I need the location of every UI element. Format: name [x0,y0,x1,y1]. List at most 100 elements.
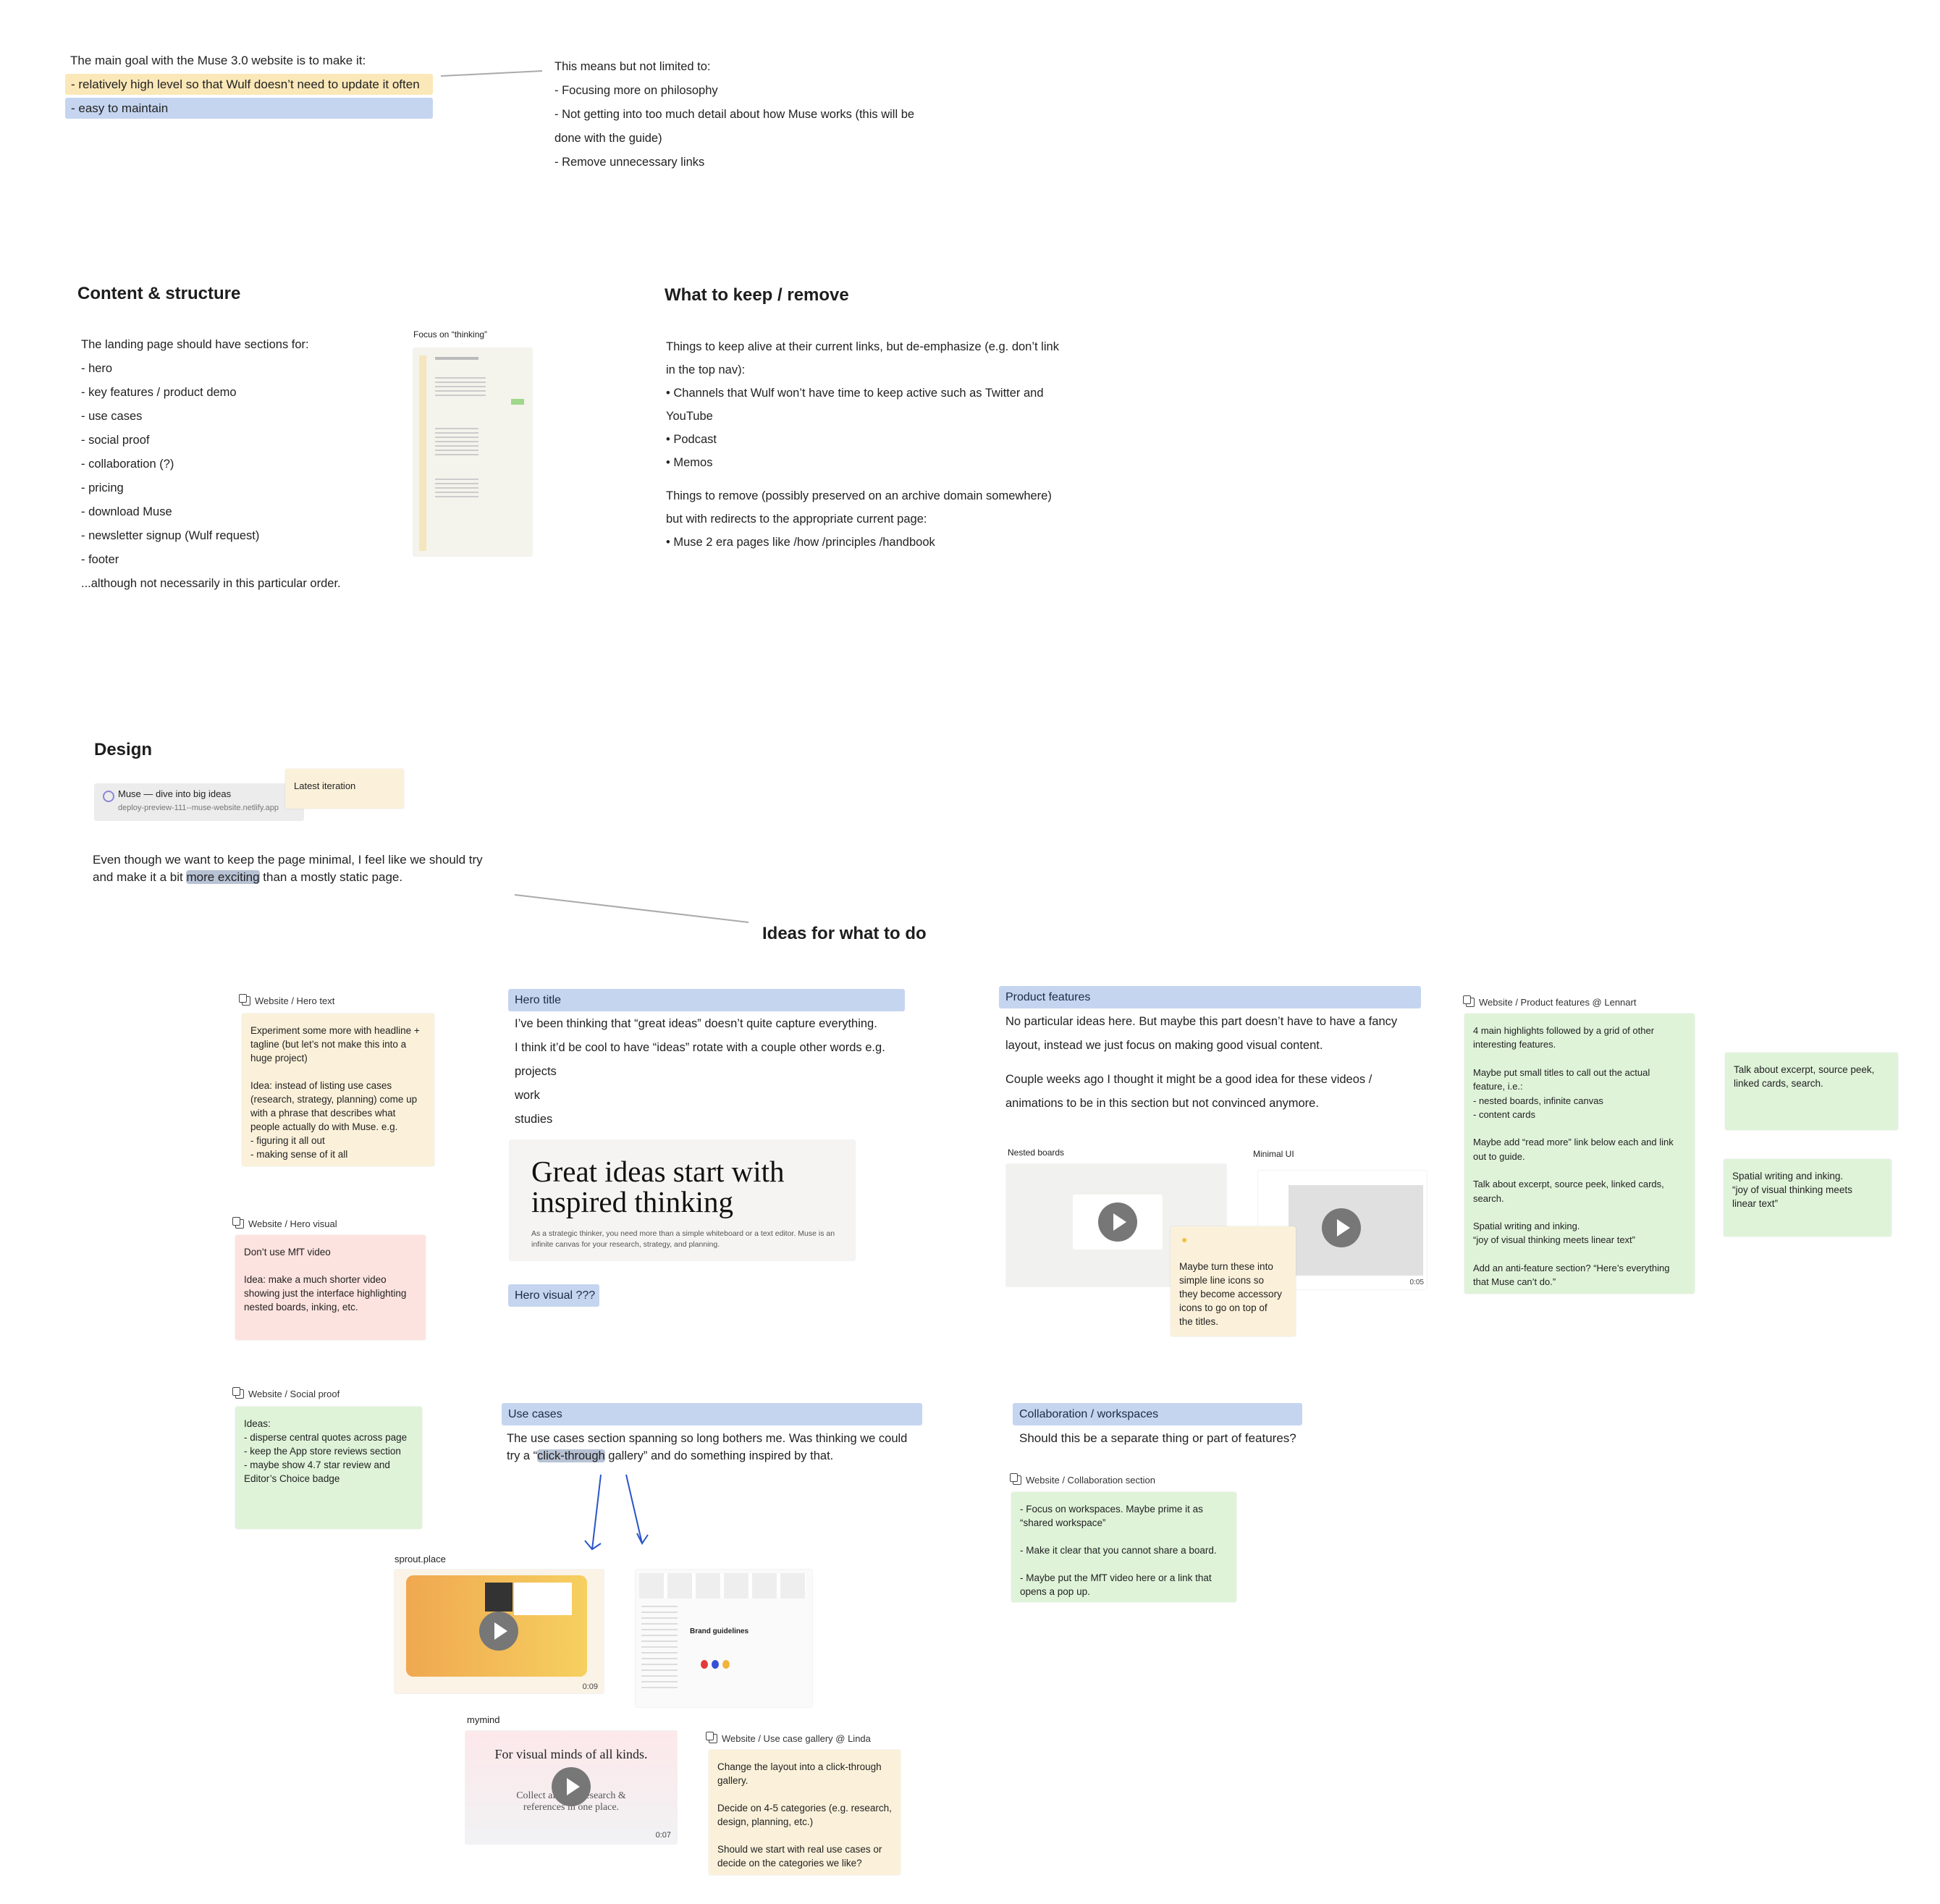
text-line: 4 main highlights followed by a grid of … [1473,1025,1655,1036]
text-line: - nested boards, infinite canvas [1473,1095,1603,1106]
text-line: huge project) [250,1053,308,1063]
text-line: Maybe put small titles to call out the a… [1473,1066,1650,1078]
hero-visual-note: Don’t use MfT video Idea: make a much sho… [235,1235,426,1340]
text-line: Add an anti-feature section? “Here’s eve… [1473,1262,1670,1273]
text-line: in the top nav): [666,363,746,376]
text-line: “shared workspace” [1020,1517,1106,1528]
keep-remove-list: Things to keep alive at their current li… [666,339,1059,557]
content-list: The landing page should have sections fo… [81,333,341,596]
text-line: they become accessory [1179,1289,1282,1299]
card-label[interactable]: Website / Hero text [239,994,334,1006]
collaboration-bar: Collaboration / workspaces [1013,1403,1302,1425]
text-line: YouTube [666,410,713,423]
product-features-text: No particular ideas here. But maybe this… [1005,1013,1397,1119]
use-cases-text: The use cases section spanning so long b… [507,1430,907,1465]
text-line: Things to keep alive at their current li… [666,340,1059,353]
product-features-lennart-note: 4 main highlights followed by a grid of … [1464,1014,1695,1294]
hero-visual-badge: Hero visual ??? [508,1284,599,1307]
note-text: Latest iteration [294,780,356,791]
text-line: studies [515,1113,553,1126]
card-label[interactable]: Website / Collaboration section [1010,1473,1155,1486]
text-line: layout, instead we just focus on making … [1005,1039,1323,1052]
text-line: Spatial writing and inking. [1473,1221,1580,1232]
play-icon[interactable] [1098,1202,1137,1242]
mymind-headline: For visual minds of all kinds. [494,1747,648,1761]
text-line: Ideas: [244,1418,271,1429]
text-line: The use cases section spanning so long b… [507,1432,908,1445]
text-line: “joy of visual thinking meets [1732,1184,1852,1195]
card-link-icon [232,1217,244,1229]
text-line: “joy of visual thinking meets linear tex… [1473,1234,1635,1246]
text-line: interesting features. [1473,1039,1556,1050]
hero-preview-card[interactable]: Great ideas start with inspired thinking… [510,1140,855,1260]
text-line: design, planning, etc.) [717,1816,814,1827]
play-icon[interactable] [1322,1208,1361,1247]
brand-guidelines-screenshot[interactable]: Brand guidelines [636,1570,812,1707]
mymind-label: mymind [467,1714,500,1725]
highlighted-text: click-through [537,1449,605,1462]
text-line: Things to remove (possibly preserved on … [666,489,1052,502]
card-link-icon [706,1732,717,1743]
nested-boards-label: Nested boards [1008,1147,1065,1158]
text-line: and make it a bit more exciting than a m… [93,870,403,884]
text-line: the titles. [1179,1316,1219,1327]
text-line [250,1065,426,1079]
text-line: - Maybe put the MfT video here or a link… [1020,1572,1212,1583]
sprout-video[interactable]: 0:09 [395,1570,604,1693]
website-link-card[interactable]: Muse — dive into big ideas deploy-previe… [94,783,304,821]
card-label[interactable]: Website / Use case gallery @ Linda [706,1732,871,1744]
connector-line [514,894,749,923]
play-icon[interactable] [479,1612,518,1651]
link-url: deploy-preview-111--muse-website.netlify… [118,804,279,812]
collaboration-text: Should this be a separate thing or part … [1019,1431,1296,1445]
text-line [1020,1530,1228,1543]
text-line: simple line icons so [1179,1275,1265,1286]
card-link-icon [1010,1473,1021,1485]
section-title-content: Content & structure [77,284,241,303]
minimal-ui-label: Minimal UI [1253,1149,1294,1159]
text-line: - key features / product demo [81,386,237,399]
text-line: - footer [81,553,119,566]
text-line: - newsletter signup (Wulf request) [81,529,260,542]
use-cases-bar: Use cases [502,1403,922,1425]
card-label[interactable]: Website / Social proof [232,1387,340,1399]
text-line: out to guide. [1473,1150,1525,1162]
text-line: - content cards [1473,1109,1535,1121]
text-line: (research, strategy, planning) come up [250,1094,418,1105]
text-line: animations to be in this section but not… [1005,1097,1319,1110]
design-paragraph: Even though we want to keep the page min… [93,851,483,886]
text-line: - pricing [81,481,124,494]
text-line [1473,1121,1686,1135]
text-line: Even though we want to keep the page min… [93,853,483,867]
text-line: try a “click-through gallery” and do som… [507,1449,834,1462]
text-line [1473,1163,1686,1177]
text-line: opens a pop up. [1020,1586,1090,1597]
link-title: Muse — dive into big ideas [118,788,232,799]
text-line: Editor’s Choice badge [244,1473,340,1484]
text-line [1473,1247,1686,1261]
card-label[interactable]: Website / Product features @ Lennart [1463,995,1636,1008]
hero-headline: Great ideas start with inspired thinking [531,1155,785,1218]
social-proof-note: Ideas: - disperse central quotes across p… [235,1407,422,1529]
text-line: - Make it clear that you cannot share a … [1020,1545,1217,1556]
text-line: - use cases [81,410,143,423]
text-line: people actually do with Muse. e.g. [250,1121,398,1132]
text-line: • Channels that Wulf won’t have time to … [666,387,1044,400]
latest-iteration-note: Latest iteration [285,769,404,809]
text-line: Don’t use MfT video [244,1247,331,1258]
mymind-video[interactable]: For visual minds of all kinds. Collect a… [465,1731,677,1844]
text-line: Couple weeks ago I thought it might be a… [1005,1073,1372,1086]
thinking-page-thumbnail[interactable] [413,348,532,556]
text-line: I’ve been thinking that “great ideas” do… [515,1017,877,1030]
text-line: Maybe add “read more” link below each an… [1473,1137,1674,1148]
arrow-icon [584,1474,602,1551]
video-duration: 0:05 [1409,1279,1424,1286]
text-line: Decide on 4-5 categories (e.g. research, [717,1803,892,1814]
text-line: • Memos [666,456,713,469]
connector-line [440,70,543,77]
text-line: - figuring it all out [250,1135,325,1146]
play-icon[interactable] [552,1767,591,1806]
icons-idea-note: Maybe turn these into simple line icons s… [1171,1226,1296,1336]
hero-text-note: Experiment some more with headline + tagl… [242,1014,434,1166]
card-label[interactable]: Website / Hero visual [232,1217,337,1229]
